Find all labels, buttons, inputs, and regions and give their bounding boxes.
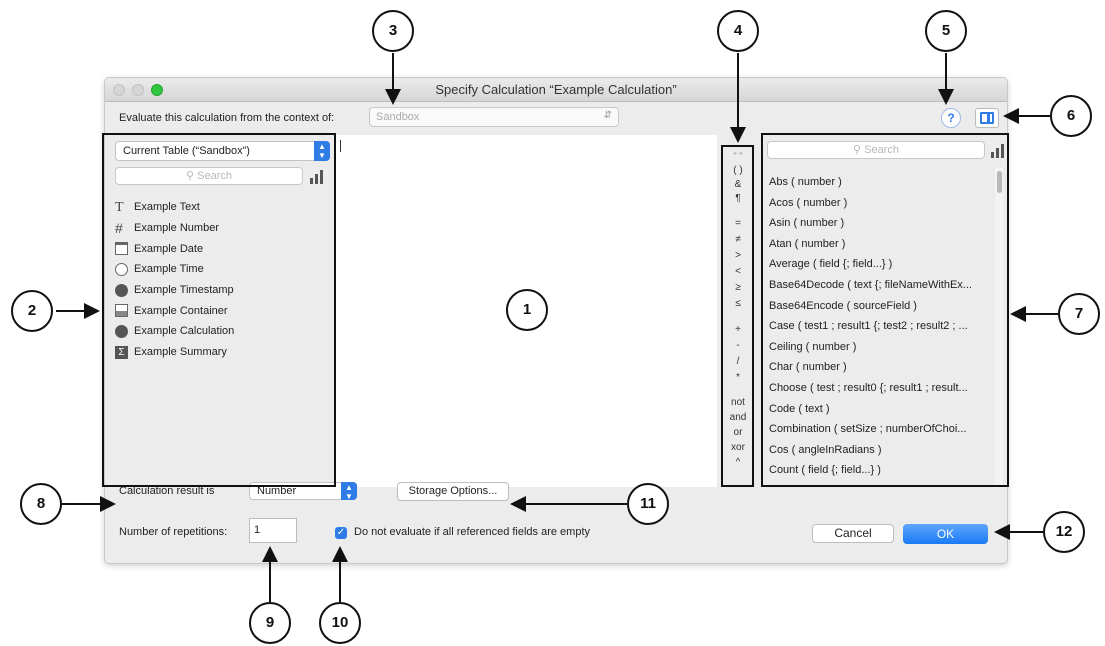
callout-9: 9 bbox=[249, 602, 291, 644]
callout-7: 7 bbox=[1058, 293, 1100, 335]
callout-3: 3 bbox=[372, 10, 414, 52]
callout-12: 12 bbox=[1043, 511, 1085, 553]
callout-8: 8 bbox=[20, 483, 62, 525]
callout-4: 4 bbox=[717, 10, 759, 52]
annotation-arrows bbox=[56, 53, 1058, 602]
callout-10: 10 bbox=[319, 602, 361, 644]
callout-11: 11 bbox=[627, 483, 669, 525]
callout-6: 6 bbox=[1050, 95, 1092, 137]
callout-5: 5 bbox=[925, 10, 967, 52]
callout-2: 2 bbox=[11, 290, 53, 332]
callout-1: 1 bbox=[506, 289, 548, 331]
